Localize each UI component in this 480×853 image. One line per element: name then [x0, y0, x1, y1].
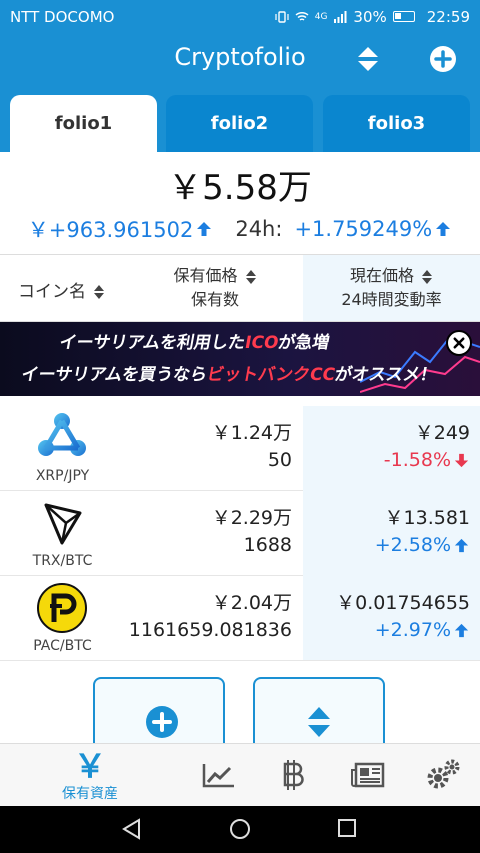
- bottom-navigation: ￥ 保有資産: [0, 743, 480, 806]
- signal-icon: [334, 10, 347, 23]
- change-amount: ￥+963.961502: [27, 218, 194, 242]
- status-bar: NTT DOCOMO 4G 30% 22:59: [0, 0, 480, 33]
- bitcoin-icon[interactable]: [282, 758, 304, 792]
- folio-tabs: folio1 folio2 folio3: [0, 85, 480, 152]
- sort-icon: [94, 285, 105, 299]
- period-label: 24h:: [235, 217, 283, 241]
- arrow-up-icon: [454, 623, 469, 638]
- current-price: ￥249: [414, 422, 470, 444]
- current-price: ￥13.581: [384, 507, 470, 529]
- settings-icon[interactable]: [425, 758, 461, 792]
- tab-folio3[interactable]: folio3: [323, 95, 470, 152]
- change-percent: +1.759249%: [294, 217, 433, 241]
- carrier-name: NTT DOCOMO: [10, 7, 115, 26]
- tab-folio1[interactable]: folio1: [10, 95, 157, 152]
- coin-pair: XRP/JPY: [35, 468, 90, 484]
- clock: 22:59: [426, 7, 470, 26]
- holding-quantity: 50: [267, 449, 292, 471]
- coin-pair: PAC/BTC: [33, 638, 92, 654]
- tab-folio2[interactable]: folio2: [166, 95, 313, 152]
- arrow-up-icon: [197, 222, 212, 236]
- header-holding[interactable]: 保有価格 保有数: [130, 264, 300, 312]
- sort-icon: [422, 269, 433, 284]
- arrow-up-icon: [436, 222, 451, 236]
- holding-quantity: 1161659.081836: [128, 619, 292, 641]
- header-holding-qty: 保有数: [190, 290, 239, 309]
- battery-icon: [392, 11, 415, 22]
- nav-holdings[interactable]: ￥ 保有資産: [50, 744, 130, 807]
- current-price: ￥0.01754655: [336, 592, 470, 614]
- close-icon[interactable]: [446, 330, 472, 356]
- trx-logo-icon: [44, 503, 82, 545]
- action-area: [0, 663, 480, 743]
- app-bar: Cryptofolio: [0, 33, 480, 85]
- home-icon[interactable]: [229, 818, 251, 840]
- holding-quantity: 1688: [243, 534, 292, 556]
- reorder-button[interactable]: [253, 677, 385, 743]
- add-circle-icon: [146, 706, 178, 738]
- holding-value: ￥1.24万: [211, 422, 292, 444]
- system-navigation: [0, 806, 480, 853]
- header-change-24h: 24時間変動率: [341, 290, 442, 309]
- coin-pair: TRX/BTC: [32, 553, 93, 569]
- nav-holdings-label: 保有資産: [62, 785, 118, 802]
- yen-icon: ￥: [73, 746, 106, 785]
- column-header: コイン名 保有価格 保有数 現在価格 24時間変動率: [0, 255, 480, 322]
- coin-row-trx[interactable]: TRX/BTC ￥2.29万 1688 ￥13.581 +2.58%: [0, 491, 480, 576]
- wifi-icon: [295, 11, 309, 21]
- header-current-price[interactable]: 現在価格 24時間変動率: [303, 255, 480, 321]
- news-icon[interactable]: [351, 762, 385, 788]
- chart-icon[interactable]: [202, 762, 236, 788]
- change-24h: -1.58%: [384, 449, 470, 471]
- holding-value: ￥2.29万: [211, 507, 292, 529]
- app-title: Cryptofolio: [174, 43, 306, 71]
- header-coin-name[interactable]: コイン名: [18, 277, 105, 302]
- coin-row-xrp[interactable]: XRP/JPY ￥1.24万 50 ￥249 -1.58%: [0, 406, 480, 491]
- change-24h: +2.97%: [375, 619, 470, 641]
- xrp-logo-icon: [38, 413, 86, 456]
- total-value: ￥5.58万: [168, 168, 312, 208]
- portfolio-summary: ￥5.58万 ￥+963.961502 24h: +1.759249%: [0, 152, 480, 255]
- coin-list: XRP/JPY ￥1.24万 50 ￥249 -1.58% TRX/BTC ￥2…: [0, 406, 480, 661]
- sort-updown-icon: [308, 707, 330, 737]
- network-type: 4G: [314, 11, 328, 22]
- battery-percent: 30%: [353, 7, 387, 26]
- arrow-up-icon: [454, 538, 469, 553]
- sort-icon: [245, 269, 256, 284]
- back-icon[interactable]: [121, 818, 143, 840]
- coin-row-pac[interactable]: PAC/BTC ￥2.04万 1161659.081836 ￥0.0175465…: [0, 576, 480, 661]
- sort-updown-icon[interactable]: [354, 45, 382, 73]
- recent-apps-icon[interactable]: [337, 818, 357, 838]
- banner-line1: イーサリアムを利用したICOが急増: [57, 333, 332, 353]
- ad-banner[interactable]: イーサリアムを利用したICOが急増 イーサリアムを買うならビットバンクCCがオス…: [0, 322, 480, 396]
- change-row: ￥+963.961502 24h: +1.759249%: [0, 214, 480, 244]
- holding-value: ￥2.04万: [211, 592, 292, 614]
- add-circle-icon[interactable]: [428, 44, 458, 74]
- arrow-down-icon: [454, 453, 469, 468]
- banner-line2: イーサリアムを買うならビットバンクCCがオススメ！: [19, 365, 439, 385]
- pac-logo-icon: [37, 583, 87, 633]
- add-coin-button[interactable]: [93, 677, 225, 743]
- change-24h: +2.58%: [375, 534, 470, 556]
- vibrate-icon: [275, 10, 289, 23]
